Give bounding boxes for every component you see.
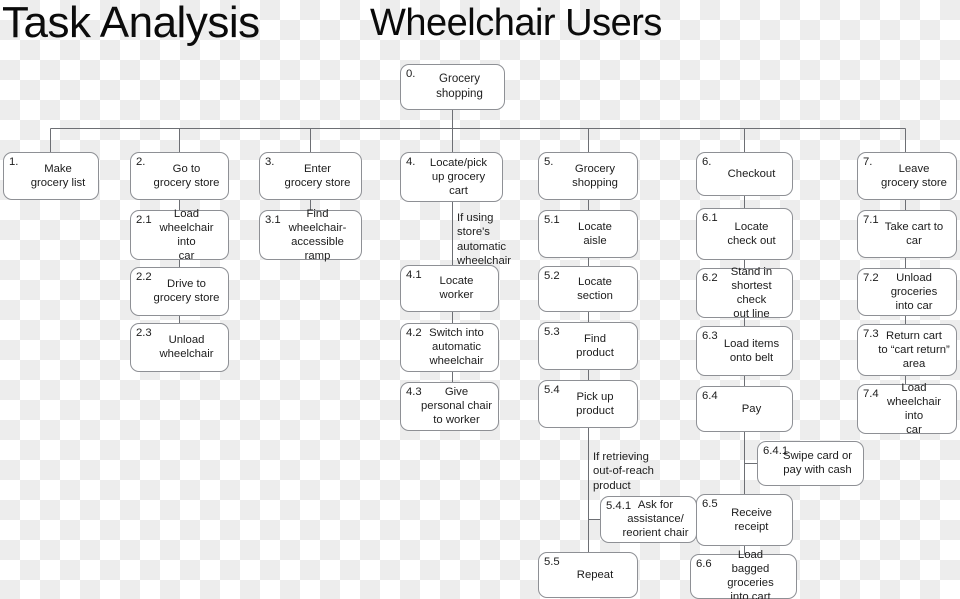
node-5-1-number: 5.1 xyxy=(544,214,560,226)
node-6-2-number: 6.2 xyxy=(702,272,718,284)
node-4-number: 4. xyxy=(406,156,416,168)
node-5-number: 5. xyxy=(544,156,554,168)
node-2-2-number: 2.2 xyxy=(136,271,152,283)
node-7[interactable]: 7. Leave grocery store xyxy=(857,152,957,200)
node-6-2[interactable]: 6.2 Stand in shortest check out line xyxy=(696,266,793,320)
node-2[interactable]: 2. Go to grocery store xyxy=(130,152,229,200)
node-6-6[interactable]: 6.6 Load bagged groceries into cart xyxy=(690,549,797,599)
node-5-1[interactable]: 5.1 Locate aisle xyxy=(538,210,638,258)
node-2-number: 2. xyxy=(136,156,146,168)
node-7-number: 7. xyxy=(863,156,873,168)
node-6-6-label: Load bagged groceries into cart xyxy=(727,549,774,599)
node-5-4-1[interactable]: 5.4.1 Ask for assistance/ reorient chair xyxy=(600,496,697,543)
node-5-4-1-number: 5.4.1 xyxy=(606,500,632,512)
node-6-1-number: 6.1 xyxy=(702,212,718,224)
node-6[interactable]: 6. Checkout xyxy=(696,152,793,196)
node-4[interactable]: 4. Locate/pick up grocery cart xyxy=(400,152,503,202)
node-6-number: 6. xyxy=(702,156,712,168)
page-title: Task Analysis xyxy=(2,0,260,47)
node-4-label: Locate/pick up grocery cart xyxy=(429,156,488,197)
node-6-6-number: 6.6 xyxy=(696,558,712,570)
annotation-if-using-automatic-wheelchair: If using store's automatic wheelchair xyxy=(457,212,512,268)
node-5-4-number: 5.4 xyxy=(544,384,560,396)
annotation-if-retrieving-out-of-reach-product: If retrieving out-of-reach product xyxy=(593,451,654,492)
diagram-canvas: Task Analysis Wheelchair Users 0. Grocer… xyxy=(0,0,960,599)
node-5-label: Grocery shopping xyxy=(572,162,618,189)
node-6-4-1-number: 6.4.1 xyxy=(763,445,789,457)
node-7-2-number: 7.2 xyxy=(863,272,879,284)
node-2-1-number: 2.1 xyxy=(136,214,152,226)
node-4-2-number: 4.2 xyxy=(406,327,422,339)
node-7-3-number: 7.3 xyxy=(863,328,879,340)
node-3-number: 3. xyxy=(265,156,275,168)
node-3-label: Enter grocery store xyxy=(284,162,351,189)
node-5-5[interactable]: 5.5 Repeat xyxy=(538,552,638,598)
node-0-number: 0. xyxy=(406,68,416,80)
node-7-1-number: 7.1 xyxy=(863,214,879,226)
node-1-number: 1. xyxy=(9,156,19,168)
node-3-1[interactable]: 3.1 Find wheelchair- accessible ramp xyxy=(259,208,362,262)
node-4-1-number: 4.1 xyxy=(406,269,422,281)
node-6-4-label: Pay xyxy=(741,402,762,415)
node-5-5-label: Repeat xyxy=(576,568,614,581)
node-5-3-number: 5.3 xyxy=(544,326,560,338)
node-2-label: Go to grocery store xyxy=(153,162,220,189)
node-2-3-number: 2.3 xyxy=(136,327,152,339)
node-7-2[interactable]: 7.2 Unload groceries into car xyxy=(857,268,957,316)
node-6-4-number: 6.4 xyxy=(702,390,718,402)
node-7-3[interactable]: 7.3 Return cart to “cart return” area xyxy=(857,324,957,376)
node-7-4[interactable]: 7.4 Load wheelchair into car xyxy=(857,382,957,436)
node-5-2-number: 5.2 xyxy=(544,270,560,282)
node-5-2[interactable]: 5.2 Locate section xyxy=(538,266,638,312)
node-2-1[interactable]: 2.1 Load wheelchair into car xyxy=(130,208,229,262)
node-1-label: Make grocery list xyxy=(30,162,86,189)
node-4-3[interactable]: 4.3 Give personal chair to worker xyxy=(400,382,499,431)
node-0[interactable]: 0. Grocery shopping xyxy=(400,64,505,110)
node-5[interactable]: 5. Grocery shopping xyxy=(538,152,638,200)
node-6-4[interactable]: 6.4 Pay xyxy=(696,386,793,432)
node-5-3[interactable]: 5.3 Find product xyxy=(538,322,638,370)
page-subtitle: Wheelchair Users xyxy=(370,2,662,44)
node-2-3[interactable]: 2.3 Unload wheelchair xyxy=(130,323,229,372)
node-6-4-1[interactable]: 6.4.1 Swipe card or pay with cash xyxy=(757,441,864,486)
node-7-4-number: 7.4 xyxy=(863,388,879,400)
node-7-1[interactable]: 7.1 Take cart to car xyxy=(857,210,957,258)
node-3-1-number: 3.1 xyxy=(265,214,281,226)
node-6-1[interactable]: 6.1 Locate check out xyxy=(696,208,793,260)
node-6-3[interactable]: 6.3 Load items onto belt xyxy=(696,326,793,376)
node-5-5-number: 5.5 xyxy=(544,556,560,568)
node-7-label: Leave grocery store xyxy=(881,162,947,189)
node-2-2[interactable]: 2.2 Drive to grocery store xyxy=(130,267,229,316)
node-6-3-number: 6.3 xyxy=(702,330,718,342)
node-5-4[interactable]: 5.4 Pick up product xyxy=(538,380,638,428)
node-1[interactable]: 1. Make grocery list xyxy=(3,152,99,200)
node-6-label: Checkout xyxy=(727,167,776,180)
node-6-5[interactable]: 6.5 Receive receipt xyxy=(696,494,793,546)
node-0-label: Grocery shopping xyxy=(436,73,483,100)
node-3[interactable]: 3. Enter grocery store xyxy=(259,152,362,200)
node-6-5-number: 6.5 xyxy=(702,498,718,510)
node-4-2[interactable]: 4.2 Switch into automatic wheelchair xyxy=(400,323,499,372)
node-4-1[interactable]: 4.1 Locate worker xyxy=(400,265,499,312)
node-4-3-number: 4.3 xyxy=(406,386,422,398)
